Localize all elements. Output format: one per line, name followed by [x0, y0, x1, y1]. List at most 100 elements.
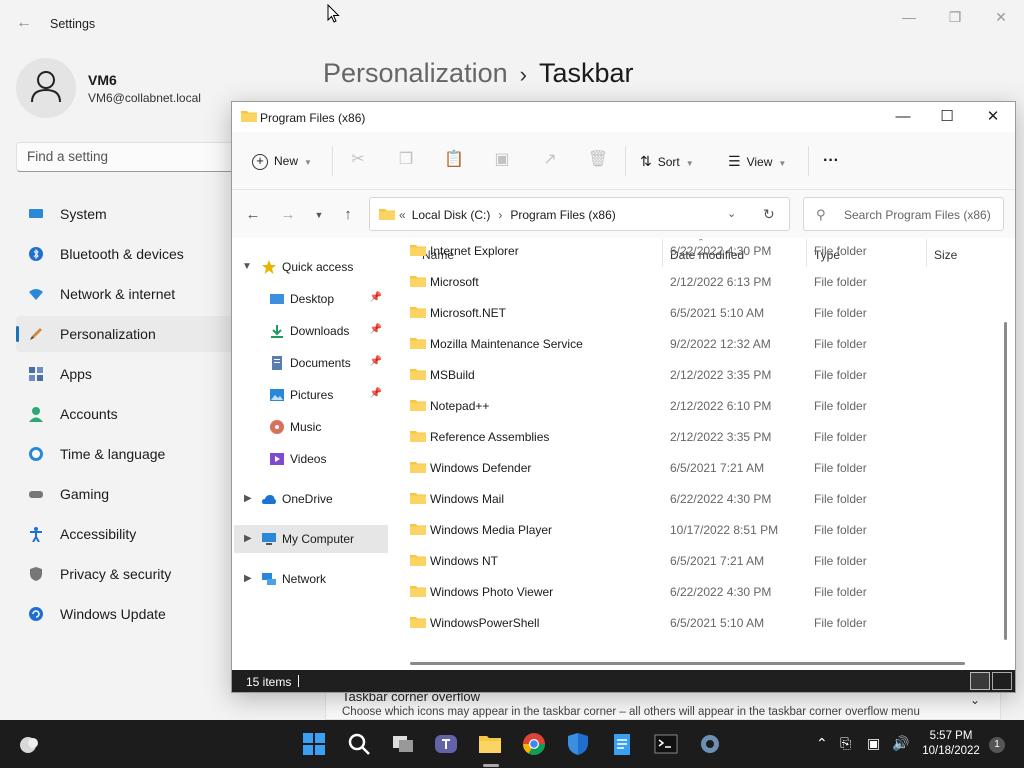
large-icons-view-icon[interactable] [992, 672, 1012, 690]
sidebar-item-time-language[interactable]: Time & language [16, 436, 256, 472]
minimize-button[interactable]: — [886, 6, 932, 28]
nav-item-desktop[interactable]: Desktop 📌 [234, 285, 388, 313]
chevron-down-icon[interactable]: ⌄ [727, 207, 736, 220]
pin-icon[interactable]: 📌 [370, 388, 382, 399]
terminal-icon[interactable] [652, 730, 680, 758]
nav-item-pictures[interactable]: Pictures 📌 [234, 381, 388, 409]
nav-item-downloads[interactable]: Downloads 📌 [234, 317, 388, 345]
search-icon[interactable] [345, 730, 373, 758]
sidebar-item-privacy-security[interactable]: Privacy & security [16, 556, 256, 592]
address-segment-program-files[interactable]: Program Files (x86) [510, 208, 615, 222]
person-icon [31, 71, 61, 103]
chevron-right-icon[interactable]: ▶ [244, 533, 252, 544]
nav-item-documents[interactable]: Documents 📌 [234, 349, 388, 377]
find-setting-input[interactable]: Find a setting [16, 142, 256, 172]
paste-icon[interactable]: 📋 [443, 149, 465, 171]
search-input[interactable]: ⚲ Search Program Files (x86) [803, 197, 1004, 231]
table-row[interactable]: Windows Photo Viewer 6/22/2022 4:30 PM Fil… [394, 576, 999, 607]
sidebar-item-accessibility[interactable]: Accessibility [16, 516, 256, 552]
file-rows: Internet Explorer 6/22/2022 4:30 PM File f… [394, 239, 999, 638]
table-row[interactable]: Windows NT 6/5/2021 7:21 AM File folder [394, 545, 999, 576]
avatar[interactable] [16, 58, 76, 118]
nav-item-quick-access[interactable]: ▼ Quick access [234, 253, 388, 281]
view-button[interactable]: ☰ View ▼ [728, 149, 786, 173]
teams-icon[interactable] [432, 730, 460, 758]
forward-arrow-icon[interactable]: → [278, 205, 298, 225]
address-segment-local-disk[interactable]: Local Disk (C:) [412, 208, 491, 222]
nav-item-videos[interactable]: Videos [234, 445, 388, 473]
display-icon[interactable]: ▣ [867, 735, 880, 752]
table-row[interactable]: Windows Defender 6/5/2021 7:21 AM File fol… [394, 452, 999, 483]
volume-icon[interactable]: 🔊 [892, 735, 909, 752]
chevron-right-icon[interactable]: ▶ [244, 493, 252, 504]
delete-icon[interactable]: 🗑 [587, 149, 609, 171]
nav-item-onedrive[interactable]: ▶ OneDrive [234, 485, 388, 513]
notification-badge[interactable]: 1 [989, 737, 1005, 753]
horizontal-scrollbar[interactable] [410, 662, 965, 665]
task-view-icon[interactable] [389, 730, 417, 758]
notepad-icon[interactable] [608, 730, 636, 758]
chevron-down-icon[interactable]: ⌄ [970, 693, 980, 707]
table-row[interactable]: MSBuild 2/12/2022 3:35 PM File folder [394, 359, 999, 390]
chevron-up-icon[interactable]: ⌃ [816, 735, 828, 752]
sidebar-item-network-internet[interactable]: Network & internet [16, 276, 256, 312]
up-arrow-icon[interactable]: ↑ [338, 205, 358, 225]
file-explorer-icon[interactable] [476, 730, 504, 758]
start-icon[interactable] [300, 730, 328, 758]
copy-icon[interactable]: ❐ [395, 149, 417, 171]
sort-button[interactable]: ⇅ Sort ▼ [640, 149, 694, 173]
sidebar-item-label: Network & internet [60, 286, 176, 302]
table-row[interactable]: Notepad++ 2/12/2022 6:10 PM File folder [394, 390, 999, 421]
settings-icon[interactable] [696, 730, 724, 758]
table-row[interactable]: Microsoft.NET 6/5/2021 5:10 AM File folder [394, 297, 999, 328]
table-row[interactable]: WindowsPowerShell 6/5/2021 5:10 AM File fo… [394, 607, 999, 638]
table-row[interactable]: Windows Mail 6/22/2022 4:30 PM File folder [394, 483, 999, 514]
table-row[interactable]: Windows Media Player 10/17/2022 8:51 PM Fi… [394, 514, 999, 545]
sidebar-item-system[interactable]: System [16, 196, 256, 232]
sidebar-item-gaming[interactable]: Gaming [16, 476, 256, 512]
address-bar[interactable]: « Local Disk (C:) › Program Files (x86) ⌄ ↻ [369, 197, 790, 231]
details-view-icon[interactable] [970, 672, 990, 690]
pin-icon[interactable]: 📌 [370, 324, 382, 335]
sidebar-item-personalization[interactable]: Personalization [16, 316, 256, 352]
close-button[interactable]: ✕ [970, 102, 1016, 132]
sidebar-item-apps[interactable]: Apps [16, 356, 256, 392]
weather-icon[interactable] [14, 730, 42, 758]
more-options-button[interactable]: ··· [823, 149, 839, 173]
chevron-down-icon[interactable]: ▼ [242, 261, 252, 272]
table-row[interactable]: Microsoft 2/12/2022 6:13 PM File folder [394, 266, 999, 297]
share-icon[interactable]: ↗ [539, 149, 561, 171]
file-date-modified: 10/17/2022 8:51 PM [670, 523, 779, 537]
sidebar-item-accounts[interactable]: Accounts [16, 396, 256, 432]
network-icon[interactable]: ⎘ [840, 735, 851, 752]
recent-locations-chevron-icon[interactable]: ▼ [309, 205, 329, 225]
cut-icon[interactable]: ✂ [347, 149, 369, 171]
pin-icon[interactable]: 📌 [370, 356, 382, 367]
sidebar-item-bluetooth-devices[interactable]: Bluetooth & devices [16, 236, 256, 272]
maximize-button[interactable]: ☐ [924, 102, 970, 132]
rename-icon[interactable]: ▣ [491, 149, 513, 171]
table-row[interactable]: Mozilla Maintenance Service 9/2/2022 12:3… [394, 328, 999, 359]
table-row[interactable]: Reference Assemblies 2/12/2022 3:35 PM Fil… [394, 421, 999, 452]
back-arrow-icon[interactable]: ← [243, 205, 263, 225]
close-button[interactable]: ✕ [978, 6, 1024, 28]
minimize-button[interactable]: — [880, 102, 926, 132]
maximize-button[interactable]: ❐ [932, 6, 978, 28]
nav-item-music[interactable]: Music [234, 413, 388, 441]
clock[interactable]: 5:57 PM 10/18/2022 [920, 729, 982, 759]
defender-icon[interactable] [564, 730, 592, 758]
chevron-right-icon[interactable]: ▶ [244, 573, 252, 584]
address-overflow[interactable]: « [399, 208, 406, 222]
nav-item-my-computer[interactable]: ▶ My Computer [234, 525, 388, 553]
back-arrow-icon[interactable]: ← [16, 14, 34, 32]
refresh-icon[interactable]: ↻ [763, 206, 775, 223]
sidebar-item-windows-update[interactable]: Windows Update [16, 596, 256, 632]
new-button[interactable]: + New ▼ [252, 149, 312, 173]
chrome-icon[interactable] [520, 730, 548, 758]
settings-title: Settings [50, 17, 96, 31]
vertical-scrollbar[interactable] [1004, 322, 1007, 640]
table-row[interactable]: Internet Explorer 6/22/2022 4:30 PM File f… [394, 239, 999, 266]
pin-icon[interactable]: 📌 [370, 292, 382, 303]
breadcrumb-parent[interactable]: Personalization [323, 58, 508, 88]
nav-item-network[interactable]: ▶ Network [234, 565, 388, 593]
